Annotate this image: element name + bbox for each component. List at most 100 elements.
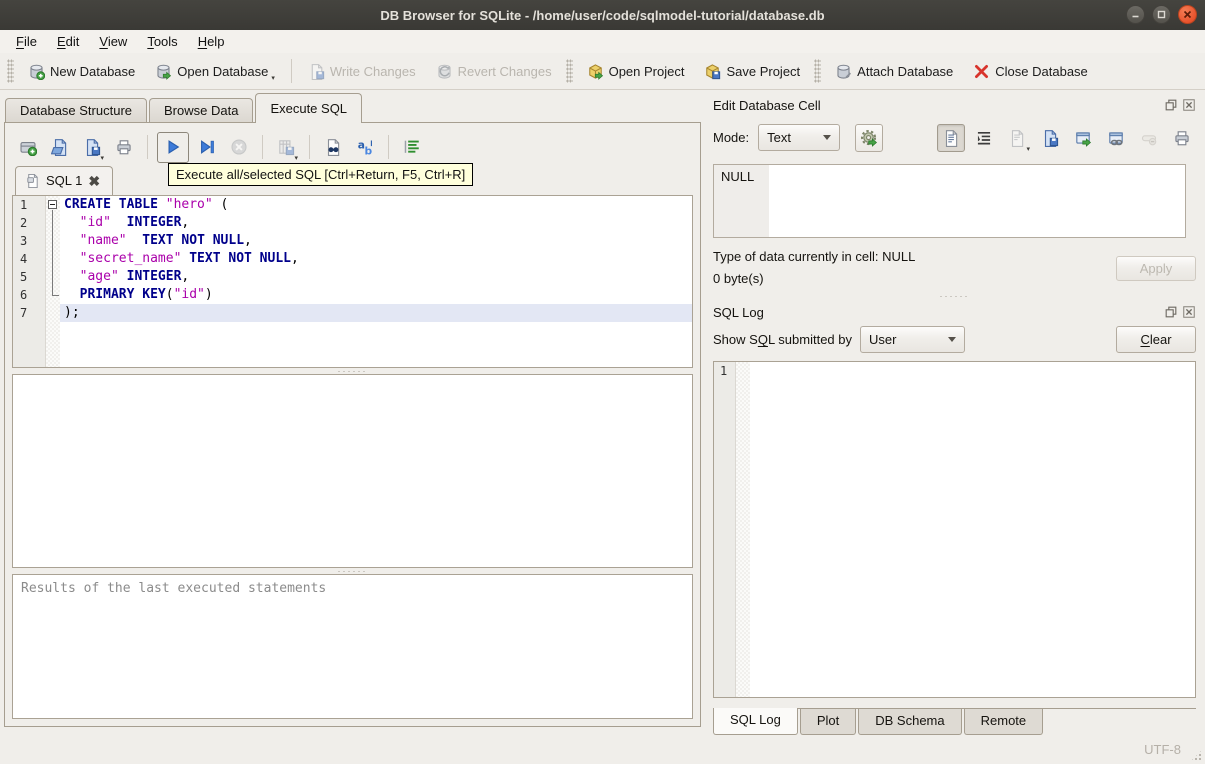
file-save-icon <box>83 138 101 156</box>
results-placeholder-text: Results of the last executed statements <box>21 581 327 596</box>
export-cell-data-button[interactable] <box>1036 124 1064 152</box>
editor-fold-margin[interactable] <box>46 196 60 367</box>
print-cell-button[interactable] <box>1168 124 1196 152</box>
cell-editor-icons: ▾ <box>855 123 1196 153</box>
write-changes-button[interactable]: Write Changes <box>299 59 425 84</box>
open-database-button-label: Open Database <box>177 63 269 79</box>
open-sql-tab-button[interactable] <box>14 133 42 161</box>
fold-marker[interactable] <box>46 196 60 214</box>
tooltip: Execute all/selected SQL [Ctrl+Return, F… <box>168 163 474 186</box>
format-sql-button[interactable] <box>398 133 426 161</box>
menu-edit[interactable]: Edit <box>47 32 89 51</box>
close-window-icon[interactable] <box>1178 5 1197 24</box>
auto-switch-mode-button[interactable] <box>855 123 883 152</box>
dock-tab-remote[interactable]: Remote <box>963 709 1044 735</box>
editor-code-area: CREATE TABLE "hero" ( "id" INTEGER, "nam… <box>60 196 692 367</box>
attach-database-button[interactable]: Attach Database <box>826 59 962 84</box>
menu-file[interactable]: File <box>6 32 47 51</box>
toolbar-separator <box>147 135 148 159</box>
cell-size-info: 0 byte(s) <box>713 271 764 286</box>
revert-changes-button[interactable]: Revert Changes <box>427 59 561 84</box>
dock-tab-db-schema[interactable]: DB Schema <box>858 709 962 735</box>
tab-execute-sql[interactable]: Execute SQL <box>255 93 363 123</box>
print-sql-button[interactable] <box>110 133 138 161</box>
export-doc-icon <box>1041 129 1059 147</box>
dock-tab-sql-log[interactable]: SQL Log <box>713 708 798 735</box>
dock-tab-plot[interactable]: Plot <box>799 709 857 735</box>
sql-code-editor[interactable]: 1 2 3 4 5 6 7 CREATE TABLE "hero" ( "id" INTEG… <box>12 195 693 368</box>
title-bar[interactable]: DB Browser for SQLite - /home/user/code/… <box>0 0 1205 30</box>
fold-marker <box>46 268 60 286</box>
float-panel-icon[interactable] <box>1164 305 1178 319</box>
word-wrap-button[interactable] <box>970 124 998 152</box>
editor-line-numbers: 1 2 3 4 5 6 7 <box>13 196 46 367</box>
sql-log-view[interactable]: 1 <box>713 361 1196 698</box>
menu-view[interactable]: View <box>89 32 137 51</box>
dock-splitter[interactable]: ······ <box>713 290 1196 302</box>
close-database-button[interactable]: Close Database <box>964 59 1097 84</box>
apply-button[interactable]: Apply <box>1116 255 1196 281</box>
minimize-window-icon[interactable] <box>1126 5 1145 24</box>
play-step-icon <box>198 138 216 156</box>
code-line: ); <box>60 304 692 322</box>
execute-current-line-button[interactable] <box>193 133 221 161</box>
link-win-icon <box>1107 129 1125 147</box>
new-database-button[interactable]: New Database <box>19 59 144 84</box>
execution-results-panel[interactable]: Results of the last executed statements <box>12 574 693 719</box>
write-changes-button-label: Write Changes <box>329 63 416 79</box>
import-cell-data-button[interactable]: ▾ <box>1003 124 1031 153</box>
maximize-window-icon[interactable] <box>1152 5 1171 24</box>
write-changes-icon <box>308 63 325 80</box>
cell-value-editor[interactable]: NULL <box>713 164 1186 238</box>
play-icon <box>164 138 182 156</box>
close-panel-icon[interactable] <box>1182 98 1196 112</box>
printer-icon <box>1173 129 1191 147</box>
fold-marker <box>46 250 60 268</box>
mode-label: Mode: <box>713 130 750 145</box>
toolbar-drag-handle[interactable] <box>814 59 822 83</box>
toolbar-drag-handle[interactable] <box>7 59 14 83</box>
tab-database-structure[interactable]: Database Structure <box>5 98 148 123</box>
find-replace-button[interactable] <box>319 133 347 161</box>
save-results-button[interactable]: ▾ <box>272 133 300 162</box>
float-panel-icon[interactable] <box>1164 98 1178 112</box>
db-close-icon <box>973 63 990 80</box>
mode-combobox[interactable]: Text <box>758 124 841 151</box>
db-new-icon <box>28 63 45 80</box>
close-panel-icon[interactable] <box>1182 305 1196 319</box>
toolbar-separator <box>309 135 310 159</box>
line-number: 4 <box>20 252 28 266</box>
open-url-button[interactable] <box>1102 124 1130 152</box>
open-database-button[interactable]: Open Database ▾ <box>146 59 284 84</box>
open-ext-icon <box>1074 129 1092 147</box>
open-in-external-app-button[interactable] <box>1069 124 1097 152</box>
close-tab-icon[interactable]: ✖ <box>88 174 100 188</box>
set-null-button[interactable] <box>1135 124 1163 152</box>
doc-text-icon <box>942 129 960 147</box>
sql-toolbar: ▾ ▾ a b <box>12 129 693 165</box>
main-tab-bar: Database Structure Browse Data Execute SQL <box>4 93 701 123</box>
toolbar-separator <box>388 135 389 159</box>
resize-grip-icon[interactable] <box>1190 749 1203 762</box>
edit-cell-header: Edit Database Cell <box>713 95 1196 115</box>
toggle-autocomplete-button[interactable]: ab <box>351 133 379 161</box>
menu-tools[interactable]: Tools <box>137 32 187 51</box>
attach-database-button-label: Attach Database <box>857 63 954 79</box>
execute-all-button[interactable] <box>157 131 189 163</box>
log-source-combobox[interactable]: User <box>860 326 965 353</box>
sql-file-tab[interactable]: SQL 1 ✖ <box>15 166 114 195</box>
menu-help[interactable]: Help <box>188 32 235 51</box>
app-window: DB Browser for SQLite - /home/user/code/… <box>0 0 1205 764</box>
save-sql-file-button[interactable]: ▾ <box>78 133 106 162</box>
toolbar-drag-handle[interactable] <box>565 59 573 83</box>
open-project-button[interactable]: Open Project <box>578 59 694 84</box>
clear-log-button[interactable]: Clear <box>1116 326 1196 353</box>
text-mode-button[interactable] <box>937 123 965 152</box>
code-line: PRIMARY KEY("id") <box>79 287 213 302</box>
save-project-button[interactable]: Save Project <box>695 59 809 84</box>
query-results-grid[interactable] <box>12 374 693 568</box>
tab-browse-data[interactable]: Browse Data <box>149 98 254 123</box>
stop-execution-button[interactable] <box>225 133 253 161</box>
open-sql-file-button[interactable] <box>46 133 74 161</box>
format-icon <box>403 138 421 156</box>
